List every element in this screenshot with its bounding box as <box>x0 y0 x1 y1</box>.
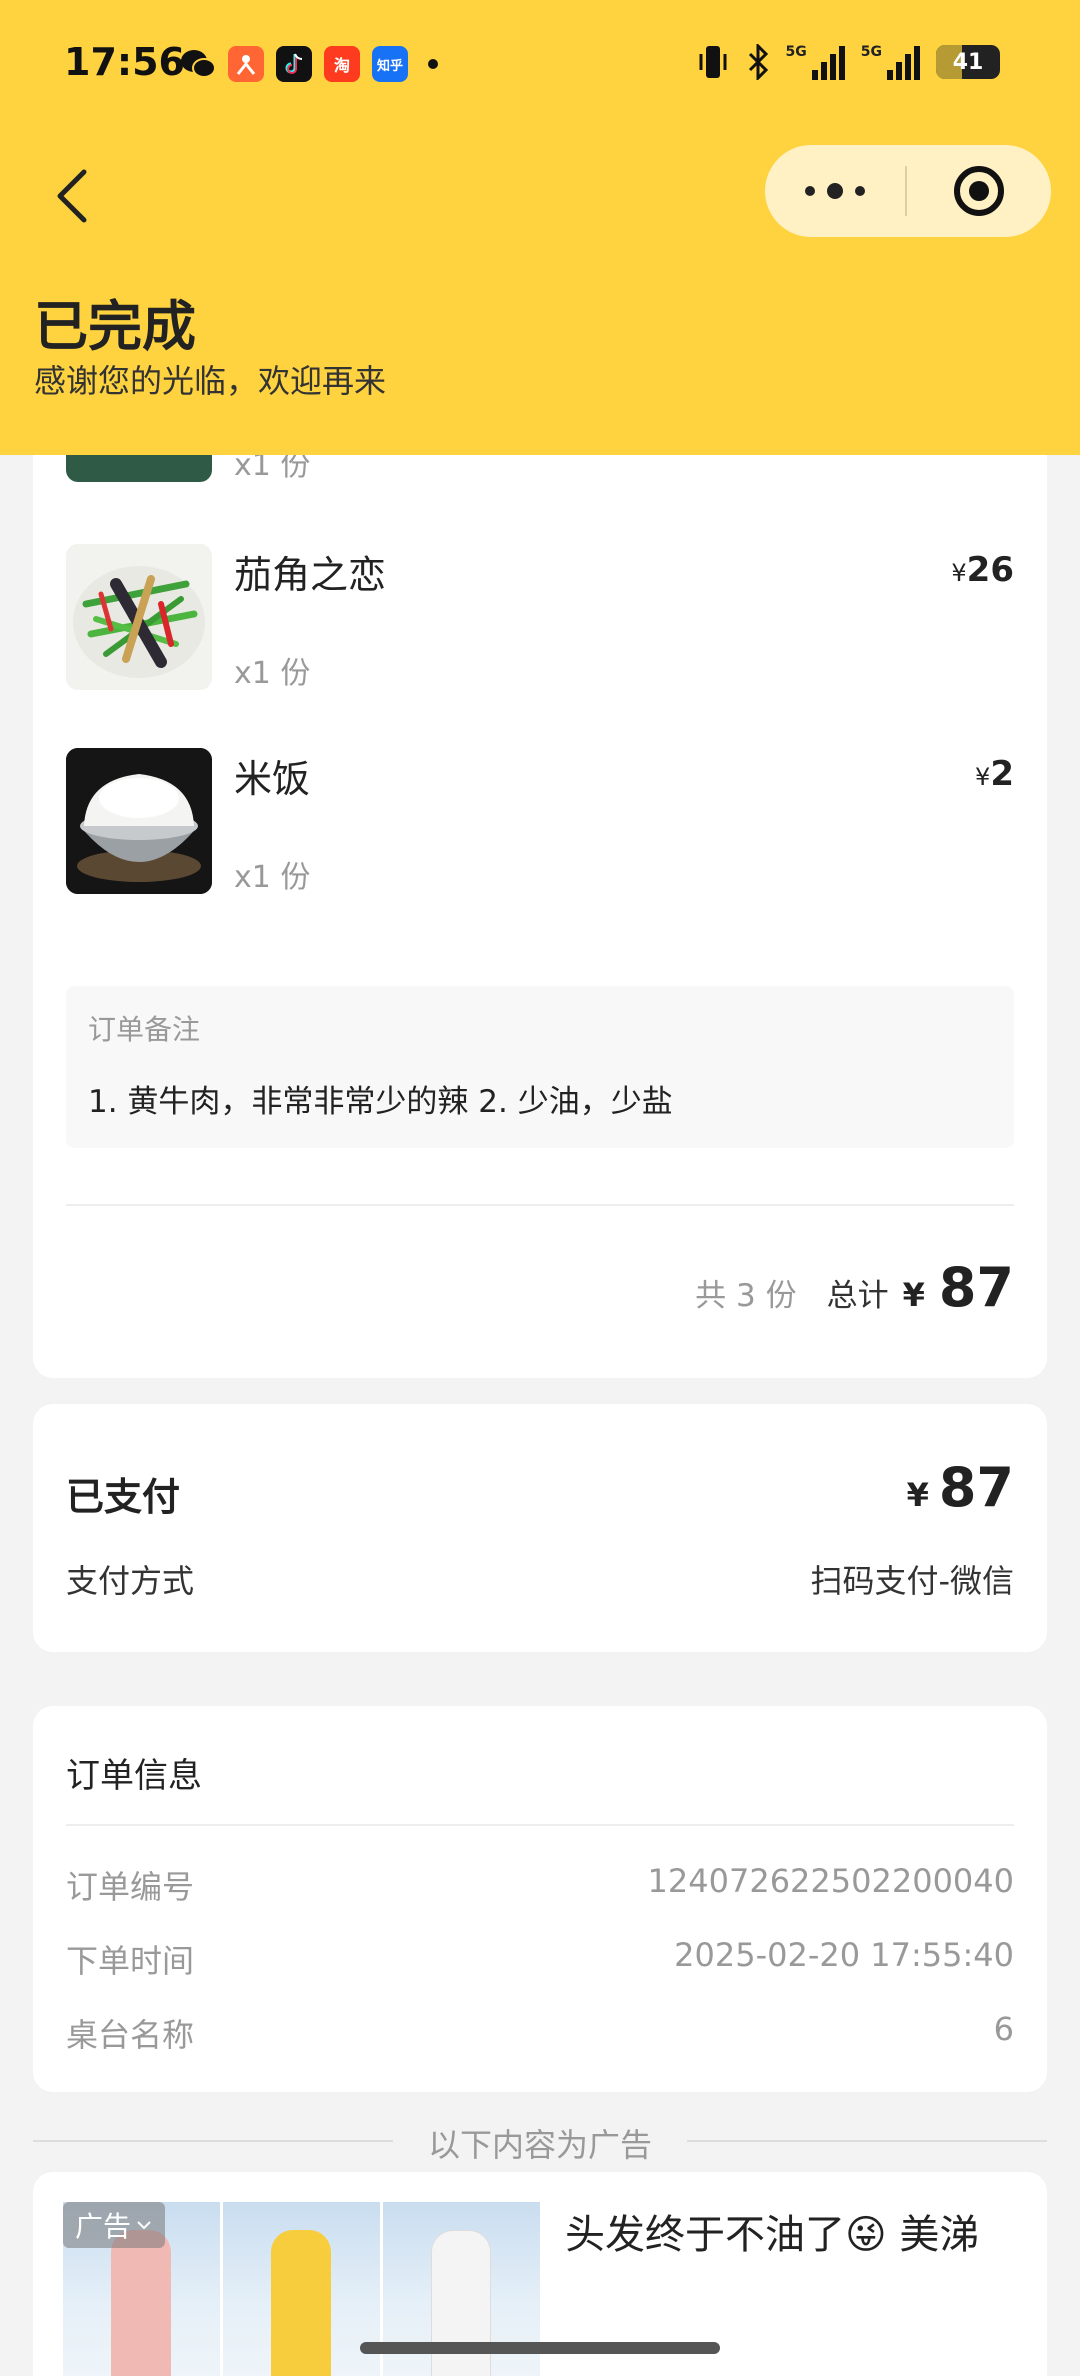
order-info-card: 订单信息 订单编号 124072622502200040 下单时间 2025-0… <box>33 1706 1047 2092</box>
ad-title: 头发终于不油了😜 美涕 <box>565 2212 980 2258</box>
taobao-icon: 淘 <box>324 46 360 82</box>
close-miniprogram-button[interactable] <box>907 145 1051 237</box>
order-time: 2025-02-20 17:55:40 <box>674 1936 1014 1974</box>
more-dots-icon <box>805 183 865 199</box>
currency-symbol: ¥ <box>902 1276 925 1314</box>
ad-tag[interactable]: 广告 <box>63 2202 166 2248</box>
dish-image <box>66 748 212 894</box>
item-name: 米饭 <box>234 757 311 801</box>
table-name: 6 <box>993 2010 1014 2048</box>
order-number[interactable]: 124072622502200040 <box>648 1862 1014 1900</box>
currency-symbol: ¥ <box>906 1476 929 1514</box>
info-key: 订单编号 <box>66 1868 195 1906</box>
dianping-icon <box>228 46 264 82</box>
order-status-subtitle: 感谢您的光临，欢迎再来 <box>34 362 387 400</box>
item-quantity: x1 份 <box>234 656 311 691</box>
chevron-left-icon <box>57 169 87 223</box>
paid-amount: ¥ 87 <box>907 1456 1014 1519</box>
item-price: ¥2 <box>975 754 1014 794</box>
signal-icon-1: 5G <box>786 44 845 80</box>
total-label: 总计 <box>826 1278 889 1314</box>
order-total-row: 共 3 份 总计 ¥ 87 <box>695 1256 1014 1319</box>
miniprogram-capsule <box>765 145 1051 237</box>
total-amount: 87 <box>938 1256 1014 1319</box>
order-info-title: 订单信息 <box>66 1756 202 1796</box>
order-item[interactable]: 茄角之恋 x1 份 ¥26 <box>66 544 1014 694</box>
order-time-row: 下单时间 2025-02-20 17:55:40 <box>66 1936 1014 1980</box>
bluetooth-icon <box>748 44 768 80</box>
table-name-row: 桌台名称 6 <box>66 2010 1014 2054</box>
item-quantity: x1 份 <box>234 860 311 895</box>
more-notifications-dot <box>428 59 438 69</box>
order-item[interactable]: 米饭 x1 份 ¥2 <box>66 748 1014 898</box>
order-note-text: 1. 黄牛肉，非常非常少的辣 2. 少油，少盐 <box>88 1084 673 1120</box>
system-icons: 5G 5G 41 <box>696 44 1000 80</box>
zhihu-icon: 知乎 <box>372 46 408 82</box>
notification-icons: 淘 知乎 <box>180 46 438 82</box>
paid-amount-value: 87 <box>938 1456 1014 1519</box>
target-icon <box>954 166 1004 216</box>
payment-card: 已支付 ¥ 87 支付方式 扫码支付-微信 <box>33 1404 1047 1652</box>
back-button[interactable] <box>44 160 104 230</box>
payment-method-label: 支付方式 <box>66 1562 195 1600</box>
payment-method-value: 扫码支付-微信 <box>810 1562 1014 1600</box>
signal-icon-2: 5G <box>861 44 920 80</box>
status-time: 17:56 <box>64 40 185 84</box>
item-count: 共 3 份 <box>695 1278 797 1314</box>
order-items-card: x1 份 茄角之恋 x1 份 ¥26 米饭 x1 份 ¥2 订单备注 1. 黄牛… <box>33 336 1047 1378</box>
dish-image <box>66 544 212 690</box>
payment-status: 已支付 <box>66 1475 181 1519</box>
order-note: 订单备注 1. 黄牛肉，非常非常少的辣 2. 少油，少盐 <box>66 986 1014 1148</box>
douyin-icon <box>276 46 312 82</box>
divider-line <box>687 2140 1047 2142</box>
item-price: ¥26 <box>951 550 1014 590</box>
battery-icon: 41 <box>936 45 1000 79</box>
order-status-title: 已完成 <box>34 295 196 358</box>
more-button[interactable] <box>765 145 905 237</box>
ad-image <box>223 2202 380 2376</box>
vibrate-icon <box>699 46 727 78</box>
status-bar: 17:56 淘 知乎 5G 5G 41 <box>0 0 1080 130</box>
wechat-icon <box>180 46 216 82</box>
divider <box>66 1824 1014 1826</box>
ad-tag-label: 广告 <box>75 2210 132 2243</box>
info-key: 下单时间 <box>66 1942 195 1980</box>
header: 17:56 淘 知乎 5G 5G 41 已完成 感谢您的光临，欢迎再来 <box>0 0 1080 455</box>
info-key: 桌台名称 <box>66 2016 195 2054</box>
item-name: 茄角之恋 <box>234 553 387 597</box>
home-indicator[interactable] <box>360 2342 720 2354</box>
order-note-label: 订单备注 <box>88 1013 201 1046</box>
divider <box>66 1204 1014 1206</box>
ad-divider: 以下内容为广告 <box>33 2120 1047 2164</box>
chevron-down-icon <box>137 2221 151 2230</box>
ad-divider-text: 以下内容为广告 <box>427 2126 652 2164</box>
order-number-row: 订单编号 124072622502200040 <box>66 1862 1014 1906</box>
